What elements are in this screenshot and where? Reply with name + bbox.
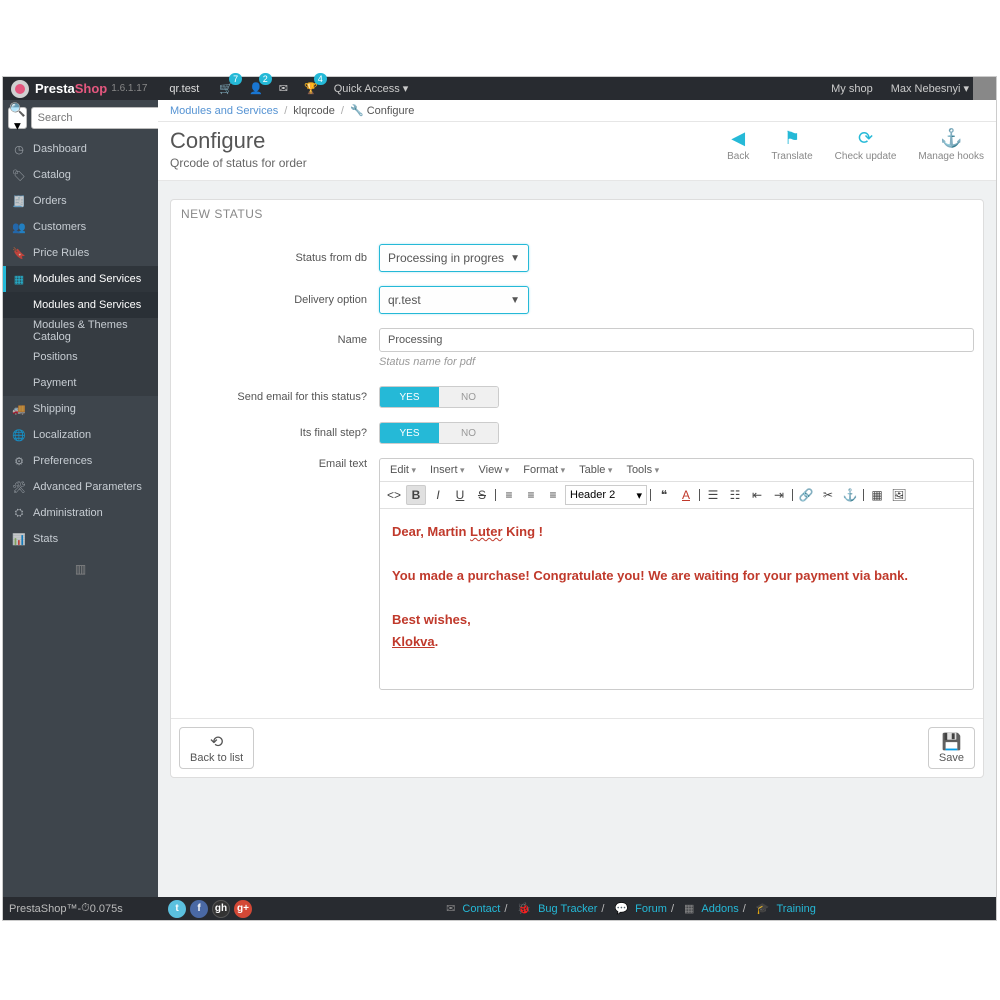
nav-dashboard[interactable]: ◷Dashboard [3,136,158,162]
googleplus-icon[interactable]: g+ [234,900,252,918]
code-icon[interactable]: <> [384,485,404,505]
trophy-icon[interactable]: 🏆4 [304,82,318,95]
new-status-panel: NEW STATUS Status from db Processing in … [170,199,984,778]
nav-shipping[interactable]: 🚚Shipping [3,396,158,422]
outdent-icon[interactable]: ⇤ [747,485,767,505]
footer-bar: PrestaShop™ - ⏱ 0.075s t f gh g+ ✉Contac… [3,897,996,920]
github-icon[interactable]: gh [212,900,230,918]
main-content: Modules and Services/ klqrcode/ 🔧 Config… [158,100,996,897]
editor-body[interactable]: Dear, Martin Luter King ! You made a pur… [380,509,973,689]
subnav-modules-themes[interactable]: Modules & Themes Catalog [3,318,158,344]
indent-icon[interactable]: ⇥ [769,485,789,505]
final-step-label: Its finall step? [179,427,379,439]
final-step-toggle[interactable]: YESNO [379,422,499,444]
editor-menu-tools[interactable]: Tools [622,462,663,478]
check-update-button[interactable]: ⟳Check update [835,128,897,162]
search-button[interactable]: 🔍▾ [8,107,27,129]
back-arrow-icon: ⟲ [190,732,243,752]
editor-menu-edit[interactable]: Edit [386,462,420,478]
delivery-option-select[interactable]: qr.test▼ [379,286,529,314]
align-right-icon[interactable]: ≡ [543,485,563,505]
klokva-link[interactable]: Klokva [392,634,435,649]
nav-administration[interactable]: ⛭Administration [3,500,158,526]
subnav-payment[interactable]: Payment [3,370,158,396]
footer-training[interactable]: Training [776,903,815,915]
quote-icon[interactable]: ❝ [654,485,674,505]
nav-preferences[interactable]: ⚙Preferences [3,448,158,474]
top-bar: PrestaShop 1.6.1.17 qr.test 🛒7 👤2 ✉ 🏆4 Q… [3,77,996,100]
text-color-icon[interactable]: A [676,485,696,505]
crumb-configure: 🔧 Configure [350,104,414,117]
media-icon[interactable]: ▦ [867,485,887,505]
panel-title: NEW STATUS [171,200,983,228]
my-shop-link[interactable]: My shop [831,83,873,95]
crumb-modules[interactable]: Modules and Services [170,105,278,117]
strike-icon[interactable]: S [472,485,492,505]
translate-button[interactable]: ⚑Translate [771,128,812,162]
align-center-icon[interactable]: ≡ [521,485,541,505]
editor-menu-view[interactable]: View [475,462,514,478]
editor-menu-format[interactable]: Format [519,462,569,478]
format-select[interactable]: Header 2▾ [565,485,647,505]
shop-name: qr.test [169,83,199,95]
cart-icon[interactable]: 🛒7 [219,82,233,95]
nav-modules[interactable]: ▦Modules and Services [3,266,158,292]
footer-bug[interactable]: Bug Tracker [538,903,597,915]
manage-hooks-button[interactable]: ⚓Manage hooks [918,128,984,162]
page-subtitle: Qrcode of status for order [170,156,307,170]
send-email-toggle[interactable]: YESNO [379,386,499,408]
save-icon: 💾 [939,732,964,752]
nav-customers[interactable]: 👥Customers [3,214,158,240]
avatar[interactable] [973,77,996,100]
underline-icon[interactable]: U [450,485,470,505]
number-list-icon[interactable]: ☷ [725,485,745,505]
image-icon[interactable]: 🖼 [889,485,909,505]
sidebar: 🔍▾ ◷Dashboard 🏷Catalog 🧾Orders 👥Customer… [3,100,158,897]
status-from-db-select[interactable]: Processing in progres▼ [379,244,529,272]
send-email-label: Send email for this status? [179,391,379,403]
nav-advanced[interactable]: 🛠Advanced Parameters [3,474,158,500]
bold-icon[interactable]: B [406,485,426,505]
subnav-modules-services[interactable]: Modules and Services [3,292,158,318]
subnav-positions[interactable]: Positions [3,344,158,370]
italic-icon[interactable]: I [428,485,448,505]
name-hint: Status name for pdf [379,356,975,368]
nav-price-rules[interactable]: 🔖Price Rules [3,240,158,266]
name-input[interactable] [379,328,974,352]
sidebar-collapse-icon[interactable]: ▥ [3,552,158,586]
nav-localization[interactable]: 🌐Localization [3,422,158,448]
anchor-icon[interactable]: ⚓ [840,485,860,505]
editor-menu-insert[interactable]: Insert [426,462,469,478]
crumb-klqrcode: klqrcode [293,105,335,117]
back-to-list-button[interactable]: ⟲ Back to list [179,727,254,769]
breadcrumb: Modules and Services/ klqrcode/ 🔧 Config… [158,100,996,122]
unlink-icon[interactable]: ✂ [818,485,838,505]
email-text-label: Email text [179,458,379,470]
mail-icon[interactable]: ✉ [279,82,288,95]
name-label: Name [179,334,379,346]
quick-access-menu[interactable]: Quick Access ▾ [334,82,409,95]
user-menu[interactable]: Max Nebesnyi ▾ [891,82,969,95]
footer-forum[interactable]: Forum [635,903,667,915]
delivery-option-label: Delivery option [179,294,379,306]
email-text-editor[interactable]: Edit Insert View Format Table Tools <> B… [379,458,974,690]
brand: PrestaShop 1.6.1.17 [3,80,155,98]
editor-menu-table[interactable]: Table [575,462,616,478]
bullet-list-icon[interactable]: ☰ [703,485,723,505]
nav-orders[interactable]: 🧾Orders [3,188,158,214]
page-title: Configure [170,128,307,154]
twitter-icon[interactable]: t [168,900,186,918]
nav-catalog[interactable]: 🏷Catalog [3,162,158,188]
footer-addons[interactable]: Addons [701,903,738,915]
nav-stats[interactable]: 📊Stats [3,526,158,552]
prestashop-logo-icon [11,80,29,98]
link-icon[interactable]: 🔗 [796,485,816,505]
status-from-db-label: Status from db [179,252,379,264]
facebook-icon[interactable]: f [190,900,208,918]
user-icon[interactable]: 👤2 [249,82,263,95]
back-button[interactable]: ◀Back [727,128,749,162]
save-button[interactable]: 💾 Save [928,727,975,769]
footer-contact[interactable]: Contact [462,903,500,915]
align-left-icon[interactable]: ≡ [499,485,519,505]
